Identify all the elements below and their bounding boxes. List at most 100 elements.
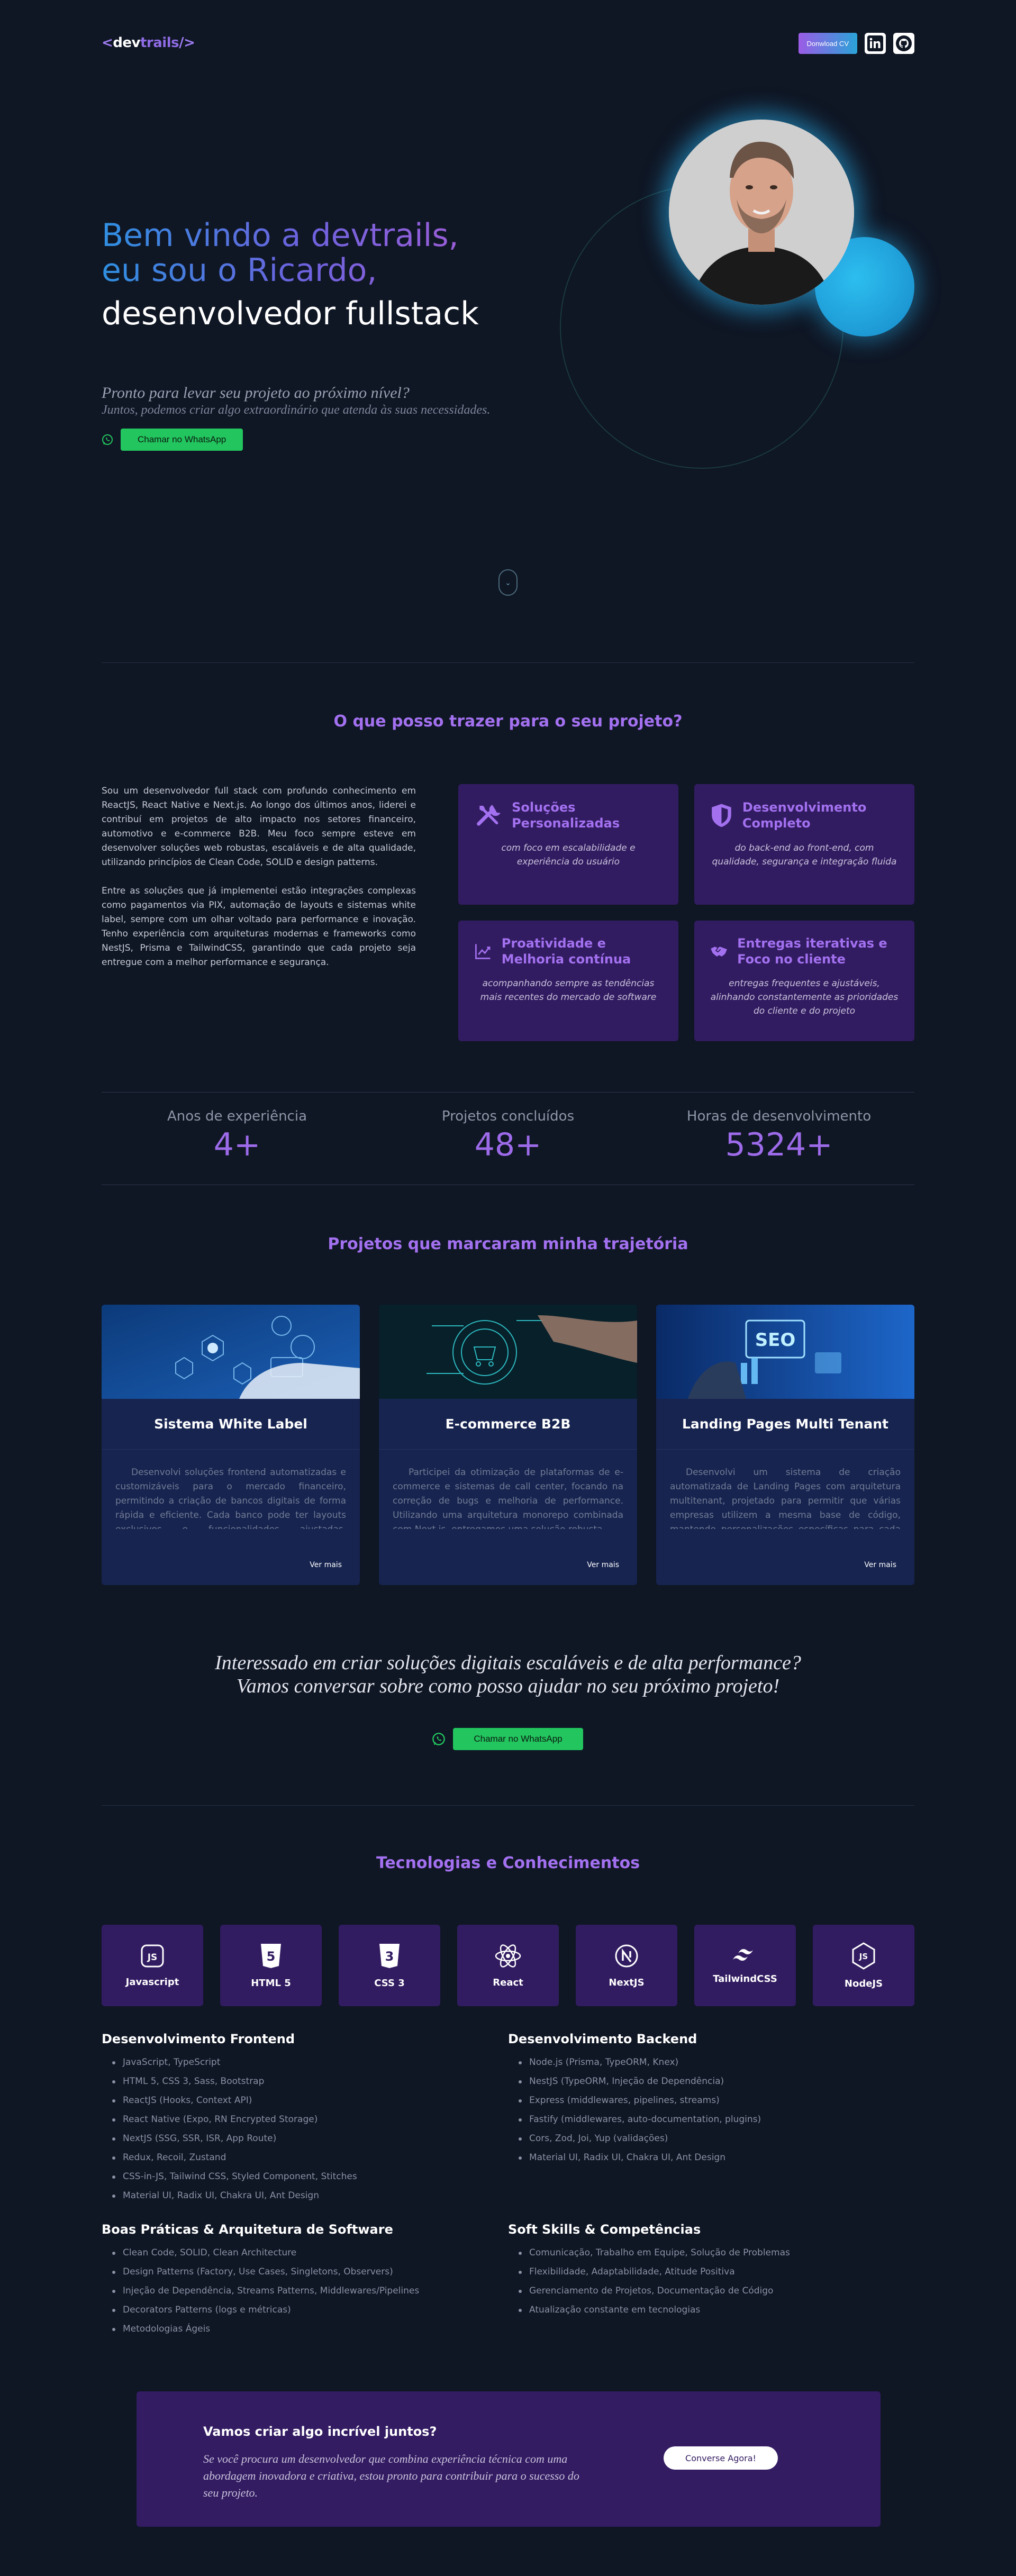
- list-item: Flexibilidade, Adaptabilidade, Atitude P…: [508, 2262, 878, 2281]
- skills-heading: Soft Skills & Competências: [508, 2222, 701, 2237]
- tailwind-icon: [733, 1949, 753, 1961]
- profile-photo: [669, 120, 854, 305]
- nodejs-icon: JS: [852, 1942, 875, 1970]
- stat-item: Projetos concluídos 48+: [373, 1093, 643, 1185]
- project-more-link[interactable]: Ver mais: [587, 1561, 619, 1569]
- whatsapp-icon: [102, 434, 113, 445]
- stats-bar: Anos de experiência 4+ Projetos concluíd…: [102, 1092, 914, 1185]
- list-item: React Native (Expo, RN Encrypted Storage…: [102, 2110, 472, 2129]
- whatsapp-icon: [432, 1733, 445, 1745]
- tech-name: HTML 5: [251, 1977, 291, 1989]
- avatar: [669, 120, 854, 305]
- tech-name: NextJS: [609, 1977, 645, 1988]
- hero-title-line1: Bem vindo a devtrails,: [102, 217, 459, 254]
- skills-heading: Boas Práticas & Arquitetura de Software: [102, 2222, 393, 2237]
- hero-title-line2: eu sou o Ricardo,: [102, 252, 377, 289]
- tech-card: TailwindCSS: [694, 1925, 796, 2006]
- tech-card: JS NodeJS: [813, 1925, 914, 2006]
- list-item: Injeção de Dependência, Streams Patterns…: [102, 2281, 472, 2300]
- project-card[interactable]: SEO Landing Pages Multi Tenant Desenvolv…: [656, 1305, 914, 1585]
- project-image: [102, 1305, 360, 1399]
- header-actions: Donwload CV: [798, 33, 914, 54]
- stat-label: Horas de desenvolvimento: [686, 1108, 872, 1124]
- project-title: Landing Pages Multi Tenant: [656, 1399, 914, 1450]
- hero-question: Pronto para levar seu projeto ao próximo…: [102, 384, 410, 402]
- skills-practices: Boas Práticas & Arquitetura de Software …: [102, 2222, 472, 2338]
- project-more-link[interactable]: Ver mais: [864, 1561, 896, 1569]
- about-paragraph-1: Sou um desenvolvedor full stack com prof…: [102, 786, 416, 868]
- tech-name: React: [493, 1977, 523, 1988]
- svg-text:SEO: SEO: [755, 1330, 796, 1351]
- project-image: [379, 1305, 637, 1399]
- project-desc: Desenvolvi soluções frontend automatizad…: [115, 1467, 346, 1529]
- contact-now-button[interactable]: Converse Agora!: [664, 2446, 778, 2470]
- cta-line-2: Vamos conversar sobre como posso ajudar …: [236, 1675, 780, 1697]
- list-item: Decorators Patterns (logs e métricas): [102, 2300, 472, 2319]
- project-desc: Desenvolvi um sistema de criação automat…: [670, 1467, 901, 1529]
- final-cta-title: Vamos criar algo incrível juntos?: [203, 2424, 437, 2439]
- stat-item: Anos de experiência 4+: [102, 1093, 373, 1185]
- final-cta-text: Se você procura um desenvolvedor que com…: [203, 2452, 579, 2499]
- linkedin-icon: [867, 35, 883, 51]
- tech-card: JS Javascript: [102, 1925, 203, 2006]
- list-item: JavaScript, TypeScript: [102, 2053, 472, 2072]
- list-item: NestJS (TypeORM, Injeção de Dependência): [508, 2072, 878, 2091]
- list-item: Gerenciamento de Projetos, Documentação …: [508, 2281, 878, 2300]
- site-logo[interactable]: <devtrails/>: [102, 35, 195, 51]
- css3-icon: 3: [379, 1943, 400, 1968]
- stat-label: Anos de experiência: [167, 1108, 307, 1124]
- logo-bracket-close: />: [179, 35, 195, 51]
- skills-soft: Soft Skills & Competências Comunicação, …: [508, 2222, 878, 2319]
- feature-card: Desenvolvimento Completo do back-end ao …: [694, 784, 914, 905]
- feature-title: Proatividade e Melhoria contínua: [501, 936, 631, 967]
- list-item: Redux, Recoil, Zustand: [102, 2148, 472, 2167]
- js-icon: JS: [141, 1944, 164, 1967]
- skills-frontend: Desenvolvimento Frontend JavaScript, Typ…: [102, 2032, 472, 2205]
- list-item: Cors, Zod, Joi, Yup (validações): [508, 2129, 878, 2148]
- about-title: O que posso trazer para o seu projeto?: [333, 712, 683, 731]
- tech-card: 5 HTML 5: [220, 1925, 322, 2006]
- feature-desc: do back-end ao front-end, com qualidade,…: [712, 843, 897, 867]
- stat-value: 4+: [213, 1126, 261, 1163]
- svg-text:3: 3: [385, 1949, 394, 1964]
- project-card[interactable]: E-commerce B2B Participei da otimização …: [379, 1305, 637, 1585]
- final-cta-card: Vamos criar algo incrível juntos? Se voc…: [137, 2391, 881, 2527]
- list-item: Clean Code, SOLID, Clean Architecture: [102, 2243, 472, 2262]
- feature-desc: com foco em escalabilidade e experiência…: [501, 843, 636, 867]
- project-more-link[interactable]: Ver mais: [310, 1561, 342, 1569]
- cta-line-1: Interessado em criar soluções digitais e…: [215, 1652, 801, 1674]
- linkedin-link[interactable]: [865, 33, 886, 54]
- list-item: Express (middlewares, pipelines, streams…: [508, 2091, 878, 2110]
- chevron-down-icon: ⌄: [505, 578, 511, 587]
- logo-dev: dev: [113, 35, 140, 51]
- list-item: Material UI, Radix UI, Chakra UI, Ant De…: [102, 2186, 472, 2205]
- skills-backend: Desenvolvimento Backend Node.js (Prisma,…: [508, 2032, 878, 2167]
- github-icon: [896, 35, 912, 51]
- handshake-icon: [711, 946, 727, 957]
- cta-whatsapp-button[interactable]: Chamar no WhatsApp: [453, 1728, 583, 1750]
- project-desc: Participei da otimização de plataformas …: [393, 1467, 623, 1529]
- stat-value: 5324+: [725, 1126, 833, 1163]
- section-divider: [102, 662, 914, 663]
- list-item: Atualização constante em tecnologias: [508, 2300, 878, 2319]
- trend-icon: [475, 944, 491, 959]
- list-item: Comunicação, Trabalho em Equipe, Solução…: [508, 2243, 878, 2262]
- feature-title: Desenvolvimento Completo: [742, 800, 867, 831]
- project-image: SEO: [656, 1305, 914, 1399]
- logo-bracket-open: <: [102, 35, 113, 51]
- shield-icon: [712, 804, 731, 827]
- hero-whatsapp-button[interactable]: Chamar no WhatsApp: [121, 429, 243, 451]
- tech-name: Javascript: [125, 1976, 179, 1988]
- logo-trails: trails: [140, 35, 179, 51]
- download-cv-button[interactable]: Donwload CV: [798, 33, 857, 54]
- scroll-down-indicator[interactable]: ⌄: [498, 569, 518, 596]
- project-card[interactable]: Sistema White Label Desenvolvi soluções …: [102, 1305, 360, 1585]
- svg-text:5: 5: [267, 1949, 276, 1964]
- tech-card: 3 CSS 3: [339, 1925, 440, 2006]
- html5-icon: 5: [261, 1943, 281, 1968]
- hero-title-line3: desenvolvedor fullstack: [102, 295, 479, 332]
- skills-heading: Desenvolvimento Backend: [508, 2032, 697, 2046]
- hero-whatsapp-row: Chamar no WhatsApp: [102, 429, 243, 451]
- github-link[interactable]: [893, 33, 914, 54]
- list-item: HTML 5, CSS 3, Sass, Bootstrap: [102, 2072, 472, 2091]
